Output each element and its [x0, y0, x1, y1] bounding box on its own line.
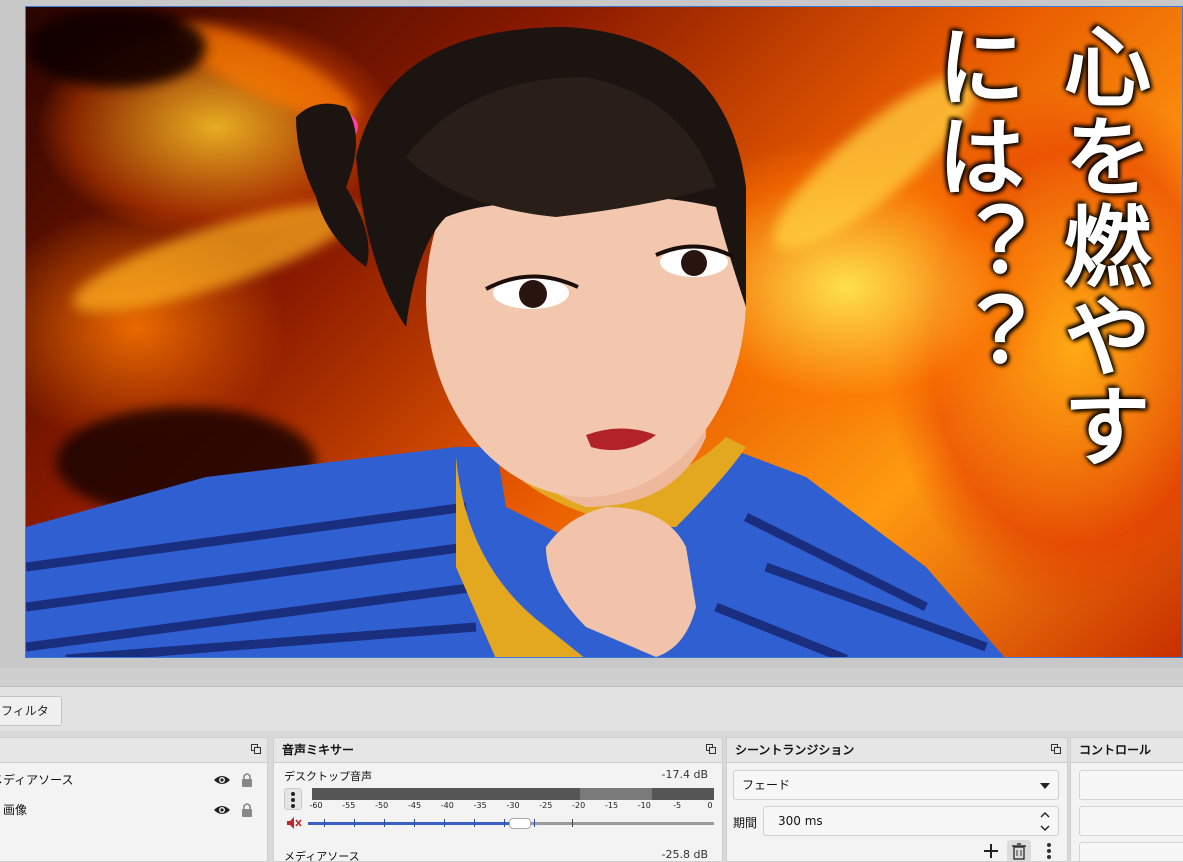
- control-button[interactable]: [1079, 806, 1183, 836]
- meter-tick-label: -25: [539, 801, 553, 810]
- trash-icon[interactable]: [1007, 840, 1031, 862]
- more-icon[interactable]: [1037, 840, 1061, 862]
- undock-icon[interactable]: [706, 744, 716, 754]
- control-button[interactable]: [1079, 842, 1183, 861]
- mute-icon[interactable]: [286, 816, 302, 830]
- filter-button[interactable]: フィルタ: [0, 696, 62, 726]
- meter-tick-label: -15: [604, 801, 619, 810]
- track-db: -25.8 dB: [661, 848, 709, 861]
- track-name: デスクトップ音声: [284, 770, 372, 783]
- source-item[interactable]: 画像: [0, 796, 267, 824]
- duration-value: 300 ms: [778, 814, 823, 828]
- preview-area[interactable]: 心を燃やす には？？: [0, 0, 1183, 668]
- slider-tick: [534, 819, 535, 827]
- slider-tick: [414, 819, 415, 827]
- volume-meter: [312, 788, 714, 800]
- slider-tick: [354, 819, 355, 827]
- meter-tick-label: -35: [473, 801, 487, 810]
- audio-mixer-title: 音声ミキサー: [274, 738, 722, 763]
- controls-title-text: コントロール: [1079, 743, 1152, 757]
- undock-icon[interactable]: [251, 744, 261, 754]
- thumbnail-title: 心を燃やす には？？: [923, 21, 1153, 471]
- slider-tick: [474, 819, 475, 827]
- sources-dock-header: [0, 738, 267, 763]
- scene-transitions-dock: シーントランジション フェード 期間 300 ms: [726, 737, 1068, 862]
- control-button[interactable]: [1079, 770, 1183, 800]
- controls-title: コントロール: [1071, 738, 1183, 763]
- slider-tick: [384, 819, 385, 827]
- controls-dock: コントロール: [1070, 737, 1183, 862]
- volume-slider-handle[interactable]: [509, 818, 532, 829]
- mixer-track-media: メディアソース -25.8 dB: [274, 842, 720, 862]
- meter-tick-label: -5: [673, 801, 682, 810]
- meter-tick-label: -40: [440, 801, 454, 810]
- scene-transitions-title: シーントランジション: [727, 738, 1067, 763]
- track-name: メディアソース: [284, 850, 360, 862]
- transition-select-value: フェード: [742, 778, 791, 792]
- slider-tick: [571, 819, 573, 827]
- duration-input[interactable]: 300 ms: [763, 806, 1059, 836]
- lock-icon[interactable]: [241, 802, 253, 817]
- audio-mixer-dock: 音声ミキサー デスクトップ音声 -17.4 dB -60 -55 -50 -45 -40…: [273, 737, 723, 862]
- source-item[interactable]: メディアソース: [0, 766, 267, 794]
- scene-transitions-title-text: シーントランジション: [735, 743, 855, 757]
- source-label: メディアソース: [0, 773, 74, 787]
- volume-slider[interactable]: [308, 818, 714, 829]
- meter-tick-label: 0: [707, 801, 713, 810]
- chevron-down-icon[interactable]: [1038, 823, 1052, 833]
- preview-canvas[interactable]: 心を燃やす には？？: [25, 6, 1183, 658]
- sources-dock: メディアソース 画像: [0, 737, 268, 862]
- add-icon[interactable]: [979, 840, 1003, 862]
- meter-tick-label: -10: [637, 801, 651, 810]
- duration-label: 期間: [733, 816, 758, 830]
- slider-tick: [504, 819, 505, 827]
- track-db: -17.4 dB: [661, 768, 709, 781]
- eye-icon[interactable]: [213, 803, 231, 817]
- chevron-down-icon: [1040, 783, 1050, 789]
- meter-tick-label: -50: [375, 801, 389, 810]
- undock-icon[interactable]: [1051, 744, 1061, 754]
- slider-tick: [324, 819, 325, 827]
- lock-icon[interactable]: [241, 772, 253, 787]
- splitter[interactable]: [0, 668, 1183, 686]
- eye-icon[interactable]: [213, 773, 231, 787]
- meter-tick-label: -45: [407, 801, 422, 810]
- meter-tick-label: -60: [309, 801, 323, 810]
- mixer-track-desktop: デスクトップ音声 -17.4 dB -60 -55 -50 -45 -40 -35 -30-…: [274, 762, 720, 838]
- meter-tick-label: -30: [506, 801, 520, 810]
- track-menu-button[interactable]: [284, 788, 302, 810]
- audio-mixer-title-text: 音声ミキサー: [282, 743, 355, 757]
- source-label: 画像: [3, 803, 28, 817]
- meter-tick-label: -55: [342, 801, 356, 810]
- context-bar: フィルタ: [0, 686, 1183, 731]
- meter-scale: -60 -55 -50 -45 -40 -35 -30 -25 -20 -15 -10 -5 0: [309, 800, 714, 812]
- meter-tick-label: -20: [572, 801, 586, 810]
- slider-tick: [444, 819, 445, 827]
- transition-select[interactable]: フェード: [733, 770, 1059, 800]
- chevron-up-icon[interactable]: [1038, 810, 1052, 820]
